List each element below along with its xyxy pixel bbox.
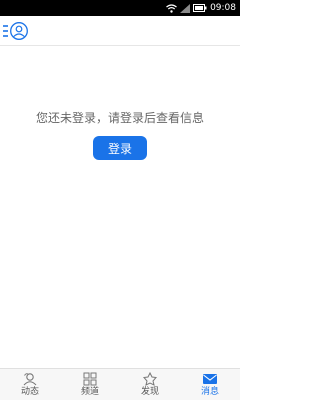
channel-grid-icon [83, 372, 97, 386]
login-button[interactable]: 登录 [93, 136, 147, 160]
main-content: 您还未登录，请登录后查看信息 登录 [0, 46, 240, 368]
login-prompt-text: 您还未登录，请登录后查看信息 [35, 111, 204, 125]
tab-discover-label: 发现 [140, 387, 159, 397]
tab-feed-label: 动态 [20, 387, 39, 397]
signal-icon [180, 3, 191, 13]
menu-button[interactable] [2, 21, 32, 41]
bottom-tab-bar: 动态 频道 发现 消息 [0, 368, 240, 400]
discover-icon [143, 372, 157, 386]
tab-message-label: 消息 [200, 387, 219, 397]
status-time: 09:08 [210, 3, 236, 13]
menu-icon [3, 25, 8, 37]
app-header [0, 16, 240, 46]
status-bar: 09:08 [0, 0, 240, 16]
tab-channel-label: 频道 [80, 387, 99, 397]
wifi-icon [166, 3, 177, 13]
tab-channel[interactable]: 频道 [60, 369, 120, 400]
tab-feed[interactable]: 动态 [0, 369, 60, 400]
tab-message[interactable]: 消息 [180, 369, 240, 400]
tab-discover[interactable]: 发现 [120, 369, 180, 400]
user-icon [10, 22, 28, 40]
message-icon [203, 374, 217, 384]
battery-icon [193, 4, 207, 12]
feed-icon [23, 373, 37, 386]
